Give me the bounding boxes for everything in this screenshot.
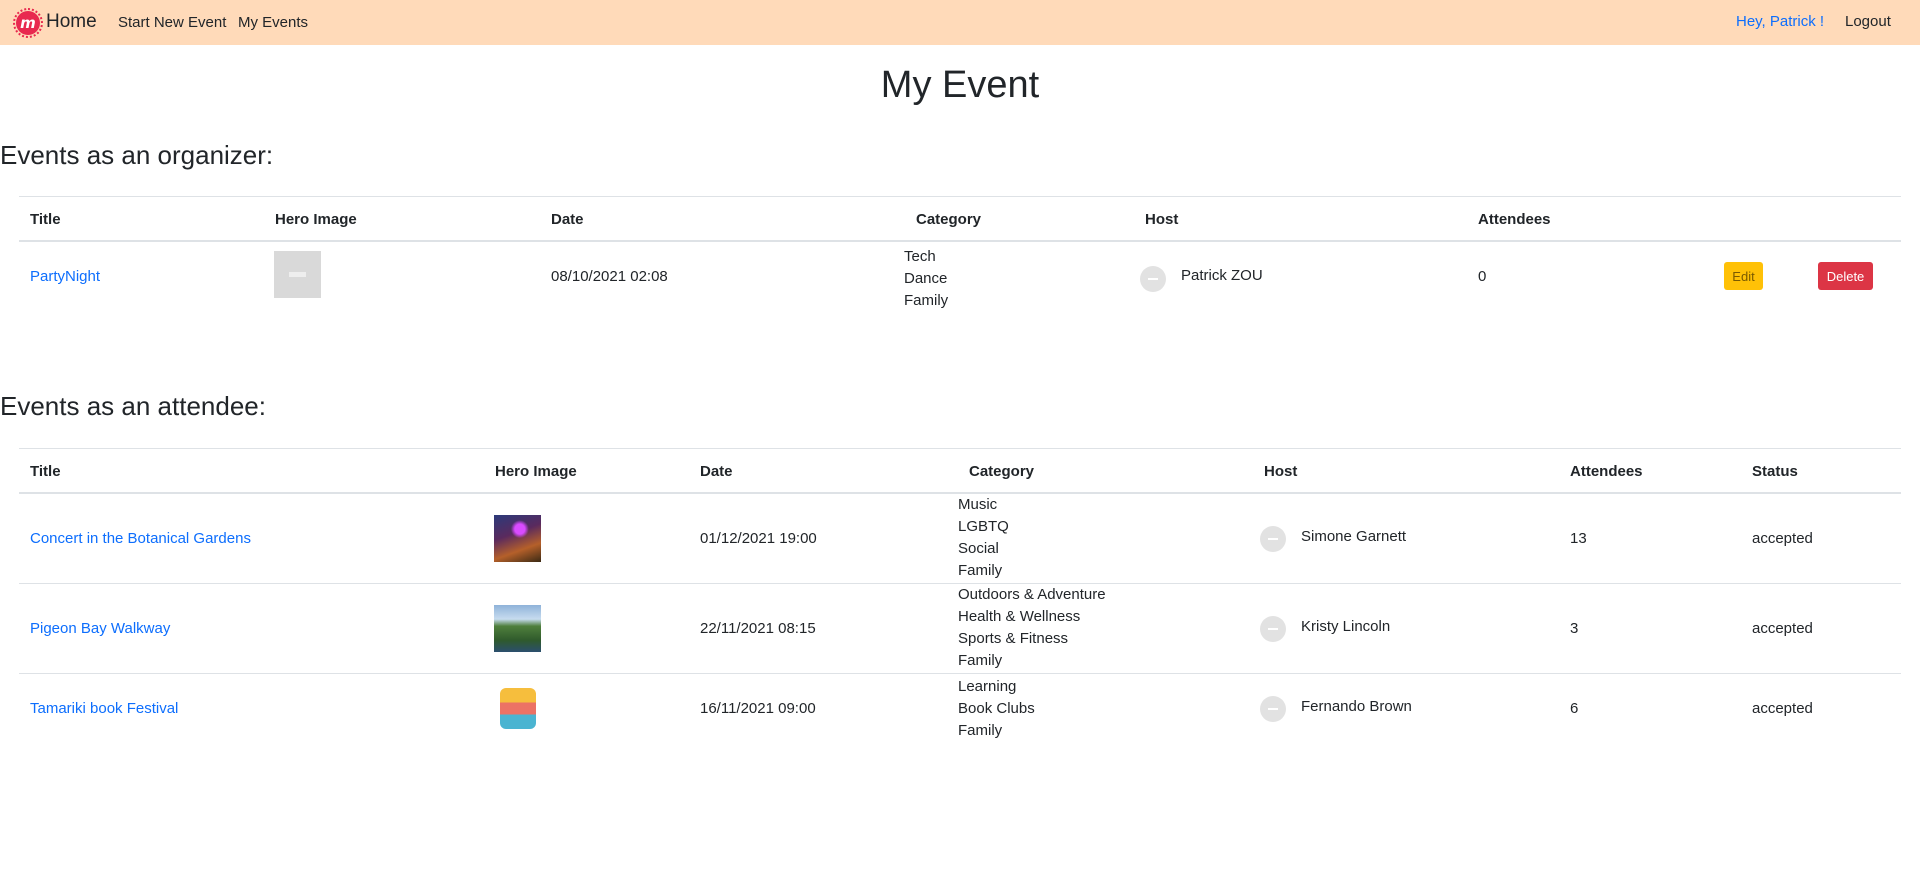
host-name: Kristy Lincoln [1301,618,1391,635]
column-header-hero-image: Hero Image [275,211,357,228]
column-header-host: Host [1264,463,1298,480]
nav-user-greeting-link[interactable]: Hey, Patrick ! [1736,13,1824,30]
category-item: Social [958,540,999,557]
column-header-date: Date [700,463,733,480]
meetup-logo-icon[interactable]: m [13,8,43,38]
hero-image [494,515,541,562]
hero-image [494,685,541,732]
organizer-events-table: Title Hero Image Date Category Host Atte… [19,196,1901,318]
category-list: Outdoors & Adventure Health & Wellness S… [958,584,1106,672]
host-name: Fernando Brown [1301,698,1412,715]
column-header-attendees: Attendees [1570,463,1643,480]
event-date: 16/11/2021 09:00 [700,700,816,717]
host-name: Patrick ZOU [1181,267,1263,284]
category-item: Book Clubs [958,700,1035,717]
navbar: m Home Start New Event My Events Hey, Pa… [0,0,1920,45]
category-item: LGBTQ [958,518,1009,535]
attendee-count: 13 [1570,530,1587,547]
event-title-link[interactable]: Tamariki book Festival [30,700,178,717]
column-header-title: Title [30,463,61,480]
hero-image [274,251,321,298]
category-item: Outdoors & Adventure [958,586,1106,603]
nav-start-new-event-link[interactable]: Start New Event [118,14,226,31]
attendee-section-heading: Events as an attendee: [0,391,266,421]
category-item: Health & Wellness [958,608,1081,625]
status-text: accepted [1752,620,1813,637]
category-item: Family [958,652,1003,669]
category-item: Family [958,562,1003,579]
table-row: Tamariki book Festival 16/11/2021 09:00 … [19,674,1901,744]
host-avatar [1260,696,1286,722]
host-avatar [1260,616,1286,642]
host-name: Simone Garnett [1301,528,1407,545]
column-header-status: Status [1752,463,1798,480]
category-list: Learning Book Clubs Family [958,676,1035,742]
attendee-count: 3 [1570,620,1579,637]
status-text: accepted [1752,530,1813,547]
table-row: Concert in the Botanical Gardens 01/12/2… [19,494,1901,584]
column-header-host: Host [1145,211,1179,228]
status-text: accepted [1752,700,1813,717]
host-avatar [1140,266,1166,292]
edit-button[interactable]: Edit [1724,262,1763,290]
column-header-category: Category [969,463,1035,480]
category-item: Learning [958,678,1017,695]
event-date: 08/10/2021 02:08 [551,268,668,285]
category-item: Music [958,496,998,513]
column-header-date: Date [551,211,584,228]
attendee-events-table: Title Hero Image Date Category Host Atte… [19,448,1901,744]
category-list: Tech Dance Family [904,246,948,312]
table-header-row: Title Hero Image Date Category Host Atte… [19,196,1901,242]
category-list: Music LGBTQ Social Family [958,494,1009,582]
page-title: My Event [880,64,1040,106]
attendee-count: 6 [1570,700,1579,717]
hero-image [494,605,541,652]
column-header-title: Title [30,211,61,228]
category-item: Family [904,292,949,309]
column-header-category: Category [916,211,982,228]
column-header-hero-image: Hero Image [495,463,577,480]
event-title-link[interactable]: PartyNight [30,268,100,285]
category-item: Sports & Fitness [958,630,1069,647]
category-item: Family [958,722,1003,739]
host-avatar [1260,526,1286,552]
nav-my-events-link[interactable]: My Events [238,14,308,31]
festival-logo-icon [500,688,536,729]
event-date: 22/11/2021 08:15 [700,620,816,637]
event-title-link[interactable]: Pigeon Bay Walkway [30,620,170,637]
nav-home-link[interactable]: Home [46,11,97,33]
category-item: Tech [904,248,936,265]
table-row: PartyNight 08/10/2021 02:08 Tech Dance F… [19,242,1901,318]
delete-button[interactable]: Delete [1818,262,1873,290]
nav-logout-link[interactable]: Logout [1845,13,1891,30]
event-title-link[interactable]: Concert in the Botanical Gardens [30,530,251,547]
table-header-row: Title Hero Image Date Category Host Atte… [19,448,1901,494]
attendee-count: 0 [1478,268,1487,285]
category-item: Dance [904,270,948,287]
organizer-section-heading: Events as an organizer: [0,140,274,170]
table-row: Pigeon Bay Walkway 22/11/2021 08:15 Outd… [19,584,1901,674]
event-date: 01/12/2021 19:00 [700,530,817,547]
column-header-attendees: Attendees [1478,211,1551,228]
